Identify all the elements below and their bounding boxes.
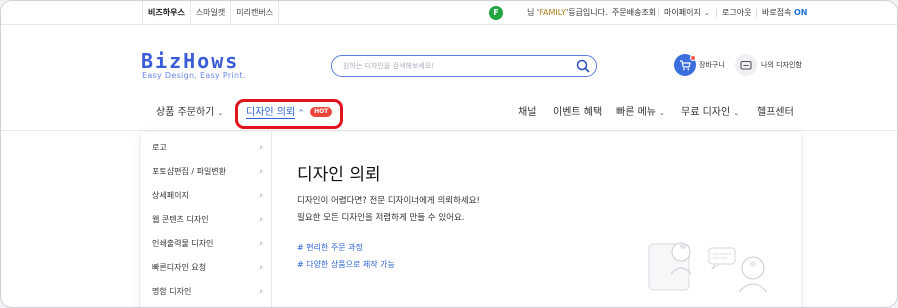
cart-label[interactable]: 장바구니 [699, 60, 725, 70]
greeting-suffix: '등급입니다. [566, 8, 608, 17]
logo-slogan: Easy Design, Easy Print. [142, 71, 246, 80]
nav-free-design-label: 무료 디자인 [681, 107, 731, 118]
cart-icon [680, 60, 691, 71]
sidebar-item-label: 포토샵편집 / 파일변환 [152, 167, 227, 176]
nav-events[interactable]: 이벤트 혜택 [553, 105, 602, 121]
chevron-down-icon: ⌄ [658, 109, 665, 117]
browser-frame: 비즈하우스 스마일캣 미리캔버스 F 님 'FAMILY'등급입니다. 주문배송… [0, 0, 898, 308]
tab-smilecat[interactable]: 스마일캣 [191, 1, 232, 25]
family-site-tabs: 비즈하우스 스마일캣 미리캔버스 [142, 1, 280, 25]
nav-quick-menu-label: 빠른 메뉴 [616, 107, 656, 118]
sidebar-item-label: 명함 디자인 [152, 287, 192, 296]
dropdown-sidebar: 로고 › 포토샵편집 / 파일변환 › 상세페이지 › 웹 콘텐츠 디자인 › 인쇄출력… [141, 132, 272, 307]
nav-channel[interactable]: 채널 [518, 105, 536, 121]
design-request-dropdown: 로고 › 포토샵편집 / 파일변환 › 상세페이지 › 웹 콘텐츠 디자인 › 인쇄출력… [141, 132, 801, 307]
link-various-products[interactable]: # 다양한 상품으로 제작 가능 [297, 259, 395, 270]
chevron-down-icon: ⌄ [703, 9, 710, 17]
quick-access-toggle[interactable]: 바로접속 ON [756, 1, 808, 25]
tab-miricanvas[interactable]: 미리캔버스 [231, 1, 280, 25]
sidebar-item-web-content[interactable]: 웹 콘텐츠 디자인 › [141, 208, 272, 232]
grade-name: FAMILY [539, 8, 566, 17]
quick-access-label: 바로접속 [762, 8, 792, 17]
nav-quick-menu[interactable]: 빠른 메뉴 ⌄ [616, 105, 665, 121]
chevron-down-icon: ⌄ [217, 109, 224, 117]
chevron-right-icon: › [259, 263, 263, 273]
sidebar-item-label: 웹 콘텐츠 디자인 [152, 215, 209, 224]
chevron-right-icon: › [259, 191, 263, 201]
sidebar-item-label: 로고 [152, 143, 167, 152]
my-design-label[interactable]: 나의 디자인함 [761, 60, 802, 70]
search-icon[interactable] [576, 59, 590, 73]
link-easy-order[interactable]: # 편리한 주문 과정 [297, 242, 363, 253]
folder-icon [740, 60, 752, 70]
greeting-text: 님 'FAMILY'등급입니다. [527, 1, 608, 25]
nav-free-design[interactable]: 무료 디자인 ⌄ [681, 105, 739, 121]
nav-order-products[interactable]: 상품 주문하기 ⌄ [156, 105, 223, 121]
nav-order-products-label: 상품 주문하기 [156, 107, 215, 118]
greeting-prefix: 님 ' [527, 8, 540, 17]
logout-link[interactable]: 로그아웃 [715, 1, 751, 25]
search-input[interactable]: 원하는 디자인을 검색해보세요! [343, 61, 434, 71]
order-tracking-link[interactable]: 주문배송조회 [612, 1, 656, 25]
chevron-down-icon: ⌄ [733, 109, 740, 117]
search-bar[interactable]: 원하는 디자인을 검색해보세요! [331, 55, 597, 77]
chevron-right-icon: › [259, 143, 263, 153]
quick-access-state: ON [794, 8, 808, 17]
mypage-menu[interactable]: 마이페이지 ⌄ [658, 1, 710, 25]
my-design-button[interactable] [735, 54, 757, 76]
description-line-1: 디자인이 어렵다면? 전문 디자이너에게 의뢰하세요! [297, 196, 480, 206]
description-line-2: 필요한 모든 디자인을 저렴하게 만들 수 있어요. [297, 213, 465, 223]
sidebar-item-label: 빠른디자인 요청 [152, 263, 207, 272]
mypage-label: 마이페이지 [664, 8, 701, 17]
chevron-right-icon: › [259, 167, 263, 177]
sidebar-item-label: 상세페이지 [152, 191, 189, 200]
chevron-right-icon: › [259, 239, 263, 249]
sidebar-item-photoshop[interactable]: 포토샵편집 / 파일변환 › [141, 160, 272, 184]
chevron-right-icon: › [259, 287, 263, 297]
sidebar-item-print[interactable]: 인쇄출력물 디자인 › [141, 232, 272, 256]
bizhows-logo[interactable]: BizHows [141, 49, 239, 73]
sidebar-item-business-card[interactable]: 명함 디자인 › [141, 280, 272, 304]
sidebar-item-label: 인쇄출력물 디자인 [152, 239, 214, 248]
sidebar-item-detail-page[interactable]: 상세페이지 › [141, 184, 272, 208]
dropdown-title: 디자인 의뢰 [297, 165, 381, 185]
dropdown-description: 디자인이 어렵다면? 전문 디자이너에게 의뢰하세요! 필요한 모든 디자인을 … [297, 193, 480, 227]
designer-illustration [648, 242, 768, 293]
tab-bizhows[interactable]: 비즈하우스 [142, 1, 191, 25]
sidebar-item-logo[interactable]: 로고 › [141, 136, 272, 160]
nav-help-center[interactable]: 헬프센터 [757, 105, 794, 121]
top-utility-bar: 비즈하우스 스마일캣 미리캔버스 F 님 'FAMILY'등급입니다. 주문배송… [1, 1, 897, 25]
cart-notification-dot [690, 55, 696, 61]
grade-badge-icon: F [489, 6, 503, 20]
highlight-annotation-box [235, 99, 343, 129]
chevron-right-icon: › [259, 215, 263, 225]
main-nav: 상품 주문하기 ⌄ 디자인 의뢰 ^ HOT 채널 이벤트 혜택 빠른 메뉴 ⌄ 무료 … [1, 99, 897, 131]
sidebar-item-quick-design[interactable]: 빠른디자인 요청 › [141, 256, 272, 280]
